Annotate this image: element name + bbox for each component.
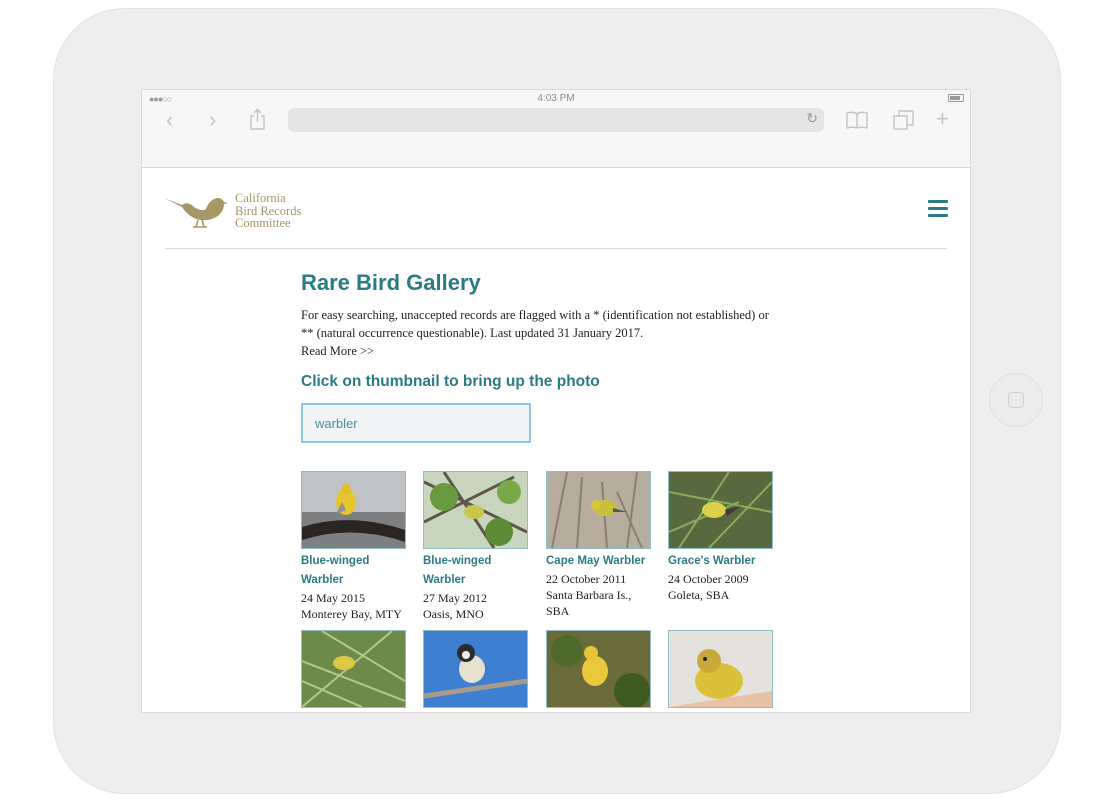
gallery-card[interactable]: Blue-winged Warbler 24 May 2015 Monterey… — [301, 471, 406, 622]
gallery-card[interactable]: Grace's Warbler 24 October 2009 Goleta, … — [668, 471, 773, 603]
logo-line: Committee — [235, 216, 291, 230]
main-content: Rare Bird Gallery For easy searching, un… — [301, 266, 781, 708]
thumbnail-image[interactable] — [546, 471, 651, 549]
web-page: California Bird Records Committee Rare B… — [142, 168, 970, 712]
back-icon[interactable]: ‹ — [166, 108, 173, 132]
thumbnail-image[interactable] — [668, 630, 773, 708]
gallery-subtitle: Click on thumbnail to bring up the photo — [301, 373, 600, 390]
bookmarks-icon[interactable] — [846, 111, 868, 129]
record-location: Santa Barbara Is., SBA — [546, 588, 632, 618]
logo-wordmark[interactable]: California Bird Records Committee — [235, 192, 301, 230]
gallery-card[interactable] — [668, 630, 773, 708]
intro-text: For easy searching, unaccepted records a… — [301, 308, 769, 340]
hamburger-menu-icon[interactable] — [928, 200, 948, 218]
gallery-card[interactable]: Cape May Warbler 22 October 2011 Santa B… — [546, 471, 651, 619]
gallery-card[interactable]: Blue-winged Warbler 27 May 2012 Oasis, M… — [423, 471, 528, 622]
record-date: 22 October 2011 — [546, 572, 627, 586]
home-square-icon — [1008, 392, 1024, 408]
tabs-icon[interactable] — [893, 110, 915, 130]
search-input[interactable] — [301, 403, 531, 443]
thumbnail-image[interactable] — [546, 630, 651, 708]
gallery-card[interactable] — [546, 630, 651, 708]
bird-name[interactable]: Grace's Warbler — [668, 552, 773, 571]
share-icon[interactable] — [249, 108, 266, 130]
header-divider — [165, 248, 947, 249]
thumbnail-image[interactable] — [301, 471, 406, 549]
bird-name[interactable]: Cape May Warbler — [546, 552, 651, 571]
address-bar[interactable]: ↻ — [288, 108, 824, 132]
bird-name[interactable]: Blue-winged Warbler — [301, 552, 406, 590]
thumbnail-image[interactable] — [301, 630, 406, 708]
record-date: 24 May 2015 — [301, 591, 365, 605]
forward-icon[interactable]: › — [209, 108, 216, 132]
record-location: Goleta, SBA — [668, 588, 730, 602]
read-more-link[interactable]: Read More >> — [301, 342, 781, 360]
gallery-card[interactable] — [301, 630, 406, 708]
bird-name[interactable]: Blue-winged Warbler — [423, 552, 528, 590]
reload-icon[interactable]: ↻ — [806, 110, 818, 127]
thumbnail-image[interactable] — [423, 630, 528, 708]
status-time: 4:03 PM — [537, 93, 575, 104]
home-button[interactable] — [989, 373, 1043, 427]
new-tab-icon[interactable]: + — [936, 107, 949, 131]
thumbnail-image[interactable] — [423, 471, 528, 549]
page-title: Rare Bird Gallery — [301, 270, 481, 295]
record-location: Oasis, MNO — [423, 607, 484, 621]
record-location: Monterey Bay, MTY — [301, 607, 402, 621]
thumbnail-image[interactable] — [668, 471, 773, 549]
logo-line: California — [235, 191, 286, 205]
battery-icon — [948, 94, 964, 102]
gallery-card[interactable] — [423, 630, 528, 708]
browser-screen: ●●●○○ 4:03 PM ‹ › ↻ + California Bird Re… — [141, 89, 971, 713]
browser-toolbar: ●●●○○ 4:03 PM ‹ › ↻ + — [142, 90, 970, 168]
record-date: 27 May 2012 — [423, 591, 487, 605]
bird-logo-icon[interactable] — [162, 190, 232, 228]
record-date: 24 October 2009 — [668, 572, 749, 586]
